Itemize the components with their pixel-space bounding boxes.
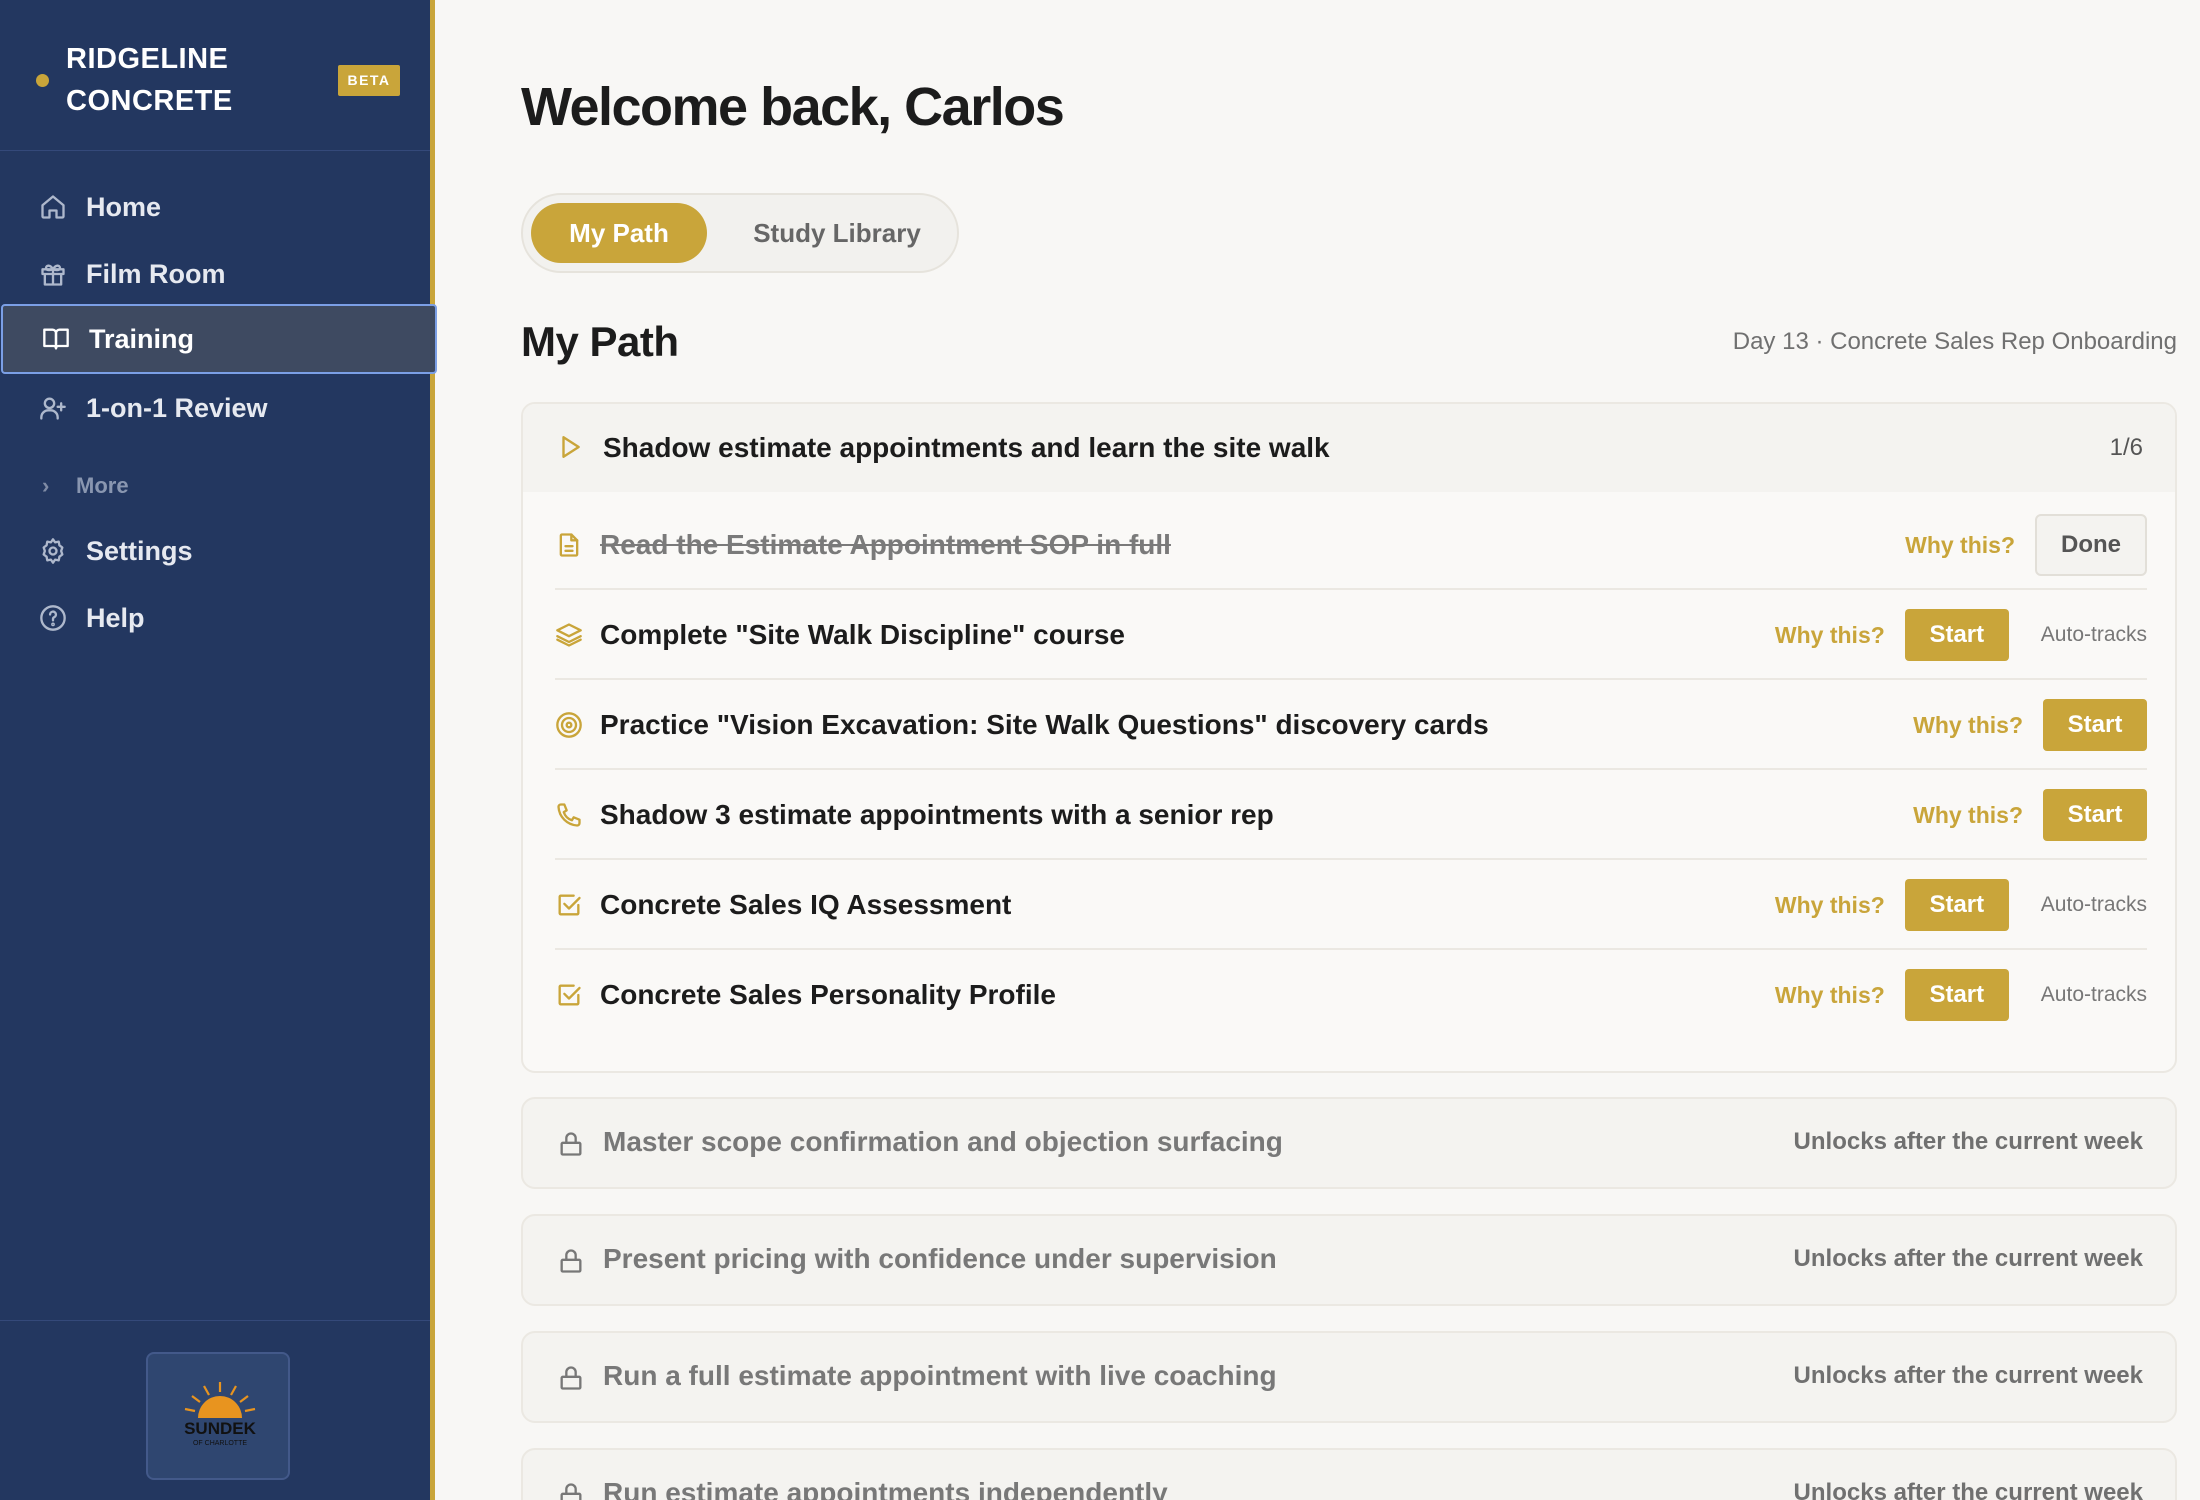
- locked-week-card: Present pricing with confidence under su…: [521, 1214, 2177, 1306]
- locked-week-card: Run estimate appointments independently …: [521, 1448, 2177, 1500]
- unlock-note: Unlocks after the current week: [1793, 1479, 2143, 1500]
- week-header[interactable]: Shadow estimate appointments and learn t…: [523, 404, 2175, 492]
- locked-week-card: Run a full estimate appointment with liv…: [521, 1331, 2177, 1423]
- sidebar-item-training[interactable]: Training: [1, 304, 437, 374]
- why-this-link[interactable]: Why this?: [1775, 622, 1885, 649]
- task-label: Practice "Vision Excavation: Site Walk Q…: [600, 709, 1489, 740]
- why-this-link[interactable]: Why this?: [1775, 892, 1885, 919]
- current-week-card: Shadow estimate appointments and learn t…: [521, 402, 2177, 1073]
- auto-tracks-label: Auto-tracks: [2040, 623, 2147, 646]
- brand-dot-icon: [36, 74, 49, 87]
- task-label: Concrete Sales IQ Assessment: [600, 889, 1012, 920]
- page-title: Welcome back, Carlos: [521, 77, 1065, 137]
- task-label: Complete "Site Walk Discipline" course: [600, 619, 1125, 650]
- task-label: Shadow 3 estimate appointments with a se…: [600, 799, 1274, 830]
- section-title: My Path: [521, 318, 679, 365]
- book-open-icon: [41, 324, 71, 354]
- week-title: Shadow estimate appointments and learn t…: [603, 432, 1330, 463]
- task-row: Read the Estimate Appointment SOP in ful…: [555, 500, 2147, 590]
- lock-icon: [557, 1130, 585, 1158]
- start-button[interactable]: Start: [2043, 789, 2147, 841]
- file-text-icon: [555, 531, 583, 559]
- sidebar-item-label: 1-on-1 Review: [86, 392, 268, 423]
- locked-week-title: Present pricing with confidence under su…: [603, 1243, 1277, 1274]
- lock-icon: [557, 1364, 585, 1392]
- start-button[interactable]: Start: [1904, 879, 2009, 931]
- week-progress-count: 1/6: [2109, 434, 2143, 461]
- svg-text:SUNDEK: SUNDEK: [184, 1419, 257, 1438]
- sidebar: RIDGELINE CONCRETE BETA Home Film Room T…: [0, 0, 437, 1500]
- user-plus-icon: [38, 393, 68, 423]
- task-row: Practice "Vision Excavation: Site Walk Q…: [555, 680, 2147, 770]
- start-button[interactable]: Start: [2043, 699, 2147, 751]
- beta-badge: BETA: [338, 65, 400, 96]
- task-row: Complete "Site Walk Discipline" course W…: [555, 590, 2147, 680]
- task-row: Shadow 3 estimate appointments with a se…: [555, 770, 2147, 860]
- help-circle-icon: [38, 603, 68, 633]
- brand-name: RIDGELINE CONCRETE: [66, 43, 233, 117]
- check-square-icon: [555, 981, 583, 1009]
- auto-tracks-label: Auto-tracks: [2040, 893, 2147, 916]
- home-icon: [38, 192, 68, 222]
- onboarding-progress-text: Day 13 · Concrete Sales Rep Onboarding: [1732, 328, 2177, 355]
- unlock-note: Unlocks after the current week: [1793, 1128, 2143, 1155]
- brand-header: RIDGELINE CONCRETE BETA: [0, 0, 430, 151]
- start-button[interactable]: Start: [1904, 969, 2009, 1021]
- gear-icon: [38, 536, 68, 566]
- locked-week-title: Run a full estimate appointment with liv…: [603, 1360, 1277, 1391]
- check-square-icon: [555, 891, 583, 919]
- why-this-link[interactable]: Why this?: [1913, 712, 2023, 739]
- chevron-right-icon: ›: [42, 473, 50, 498]
- tab-my-path[interactable]: My Path: [531, 203, 707, 263]
- phone-icon: [555, 801, 583, 829]
- play-icon: [562, 436, 580, 458]
- tab-switcher: My Path Study Library: [521, 193, 959, 273]
- task-row: Concrete Sales Personality Profile Why t…: [555, 950, 2147, 1040]
- why-this-link[interactable]: Why this?: [1775, 982, 1885, 1009]
- lock-icon: [557, 1247, 585, 1275]
- sidebar-item-label: Home: [86, 191, 162, 222]
- auto-tracks-label: Auto-tracks: [2040, 983, 2147, 1006]
- task-label: Concrete Sales Personality Profile: [600, 979, 1056, 1010]
- company-logo[interactable]: SUNDEK OF CHARLOTTE: [146, 1352, 290, 1480]
- locked-week-title: Master scope confirmation and objection …: [603, 1126, 1283, 1157]
- why-this-link[interactable]: Why this?: [1913, 802, 2023, 829]
- sidebar-item-settings[interactable]: Settings: [0, 516, 437, 586]
- why-this-link[interactable]: Why this?: [1905, 532, 2015, 559]
- locked-week-card: Master scope confirmation and objection …: [521, 1097, 2177, 1189]
- layers-icon: [555, 621, 583, 649]
- sidebar-item-home[interactable]: Home: [0, 172, 437, 242]
- sidebar-item-1-on-1-review[interactable]: 1-on-1 Review: [0, 373, 437, 443]
- target-icon: [555, 711, 583, 739]
- more-toggle[interactable]: › More: [42, 470, 129, 502]
- sidebar-item-label: Help: [86, 602, 145, 633]
- sidebar-footer: SUNDEK OF CHARLOTTE: [0, 1320, 430, 1500]
- more-label: More: [76, 473, 129, 498]
- sidebar-item-label: Training: [89, 323, 195, 354]
- sundek-logo-icon: SUNDEK OF CHARLOTTE: [184, 1382, 257, 1447]
- start-button[interactable]: Start: [1904, 609, 2009, 661]
- task-row: Concrete Sales IQ Assessment Why this? S…: [555, 860, 2147, 950]
- unlock-note: Unlocks after the current week: [1793, 1245, 2143, 1272]
- unlock-note: Unlocks after the current week: [1793, 1362, 2143, 1389]
- tab-study-library[interactable]: Study Library: [719, 203, 955, 263]
- task-label: Read the Estimate Appointment SOP in ful…: [600, 529, 1171, 560]
- sidebar-item-help[interactable]: Help: [0, 583, 437, 653]
- sidebar-item-film-room[interactable]: Film Room: [0, 239, 437, 309]
- locked-week-title: Run estimate appointments independently: [603, 1477, 1168, 1500]
- gift-icon: [38, 259, 68, 289]
- done-button[interactable]: Done: [2035, 514, 2147, 576]
- svg-text:OF CHARLOTTE: OF CHARLOTTE: [193, 1440, 247, 1447]
- sidebar-item-label: Settings: [86, 535, 193, 566]
- sidebar-item-label: Film Room: [86, 258, 226, 289]
- lock-icon: [557, 1481, 585, 1500]
